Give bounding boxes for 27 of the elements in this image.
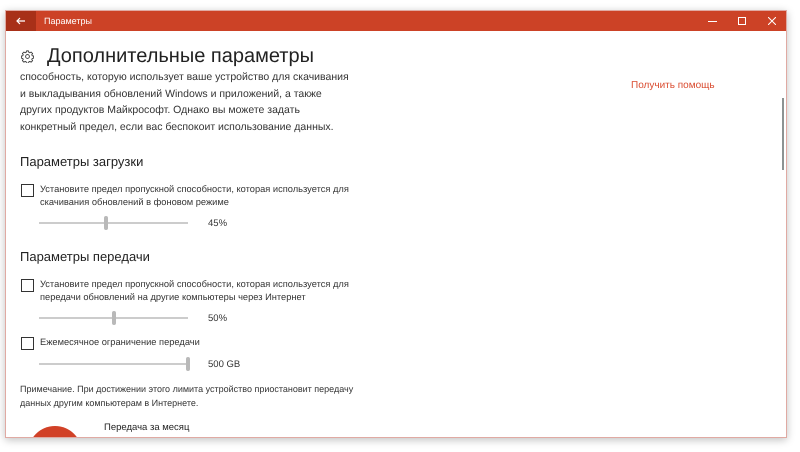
maximize-icon xyxy=(738,17,746,25)
slider-thumb[interactable] xyxy=(186,357,190,372)
checkbox-label: Установите предел пропускной способности, которая используется для скачивания обновлений в фоновом режиме xyxy=(40,183,350,210)
slider-value: 50% xyxy=(208,312,228,324)
checkbox-label: Установите предел пропускной способности, которая используется для передачи обновлений на другие компьютеры через Интернет xyxy=(40,278,350,304)
slider-value: 45% xyxy=(208,218,228,229)
help-link[interactable]: Получить помощь xyxy=(631,80,715,91)
checkbox[interactable] xyxy=(21,184,34,198)
checkbox[interactable] xyxy=(21,337,34,350)
back-button[interactable] xyxy=(6,11,36,31)
close-icon xyxy=(768,17,776,25)
scrollbar[interactable] xyxy=(782,98,784,170)
section-heading: Параметры загрузки xyxy=(20,153,144,172)
intro-text: способность, которую использует ваше устройство для скачивания и выкладывания обновлений Windows и приложений, а также других продуктов Майкрософт. Однако вы можете задать конкретный предел, если вас беспокоит использование данных. xyxy=(20,70,350,135)
settings-icon xyxy=(21,50,34,62)
window-title: Параметры xyxy=(44,16,93,26)
monthly-usage-label: Передача за месяц xyxy=(104,422,190,436)
slider-thumb[interactable] xyxy=(112,311,116,326)
checkbox-label: Ежемесячное ограничение передачи xyxy=(40,336,201,350)
page-title: Дополнительные параметры xyxy=(47,44,314,69)
section-heading: Параметры передачи xyxy=(20,248,151,266)
checkbox[interactable] xyxy=(21,279,34,292)
slider-thumb[interactable] xyxy=(104,216,108,230)
slider-value: 500 GB xyxy=(208,358,240,370)
minimize-icon xyxy=(708,20,716,22)
note-text: Примечание. При достижении этого лимита устройство приостановит передачу данных другим компьютерам в Интернете. xyxy=(20,383,354,410)
back-arrow-icon xyxy=(16,17,26,25)
